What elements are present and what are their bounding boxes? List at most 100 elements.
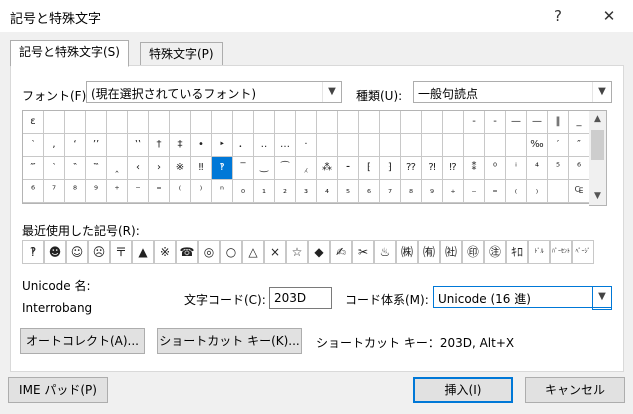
symbol-cell[interactable] [338,134,359,157]
recent-symbol-cell[interactable]: ☆ [286,240,308,264]
chevron-down-icon[interactable]: ▼ [592,286,612,310]
symbol-cell[interactable]: ⁰ [485,157,506,180]
symbol-cell[interactable]: ₎ [527,180,548,203]
recent-symbol-cell[interactable]: ☺ [66,240,88,264]
symbol-cell[interactable]: ‧ [296,134,317,157]
symbol-cell[interactable]: ₉ [422,180,443,203]
symbol-cell[interactable]: — [506,111,527,134]
symbol-cell[interactable] [149,111,170,134]
recent-symbol-cell[interactable]: ◎ [198,240,220,264]
symbol-cell[interactable] [191,111,212,134]
symbol-cell[interactable]: ‡ [170,134,191,157]
symbol-cell[interactable]: ⁾ [191,180,212,203]
symbol-cell[interactable]: ‴ [23,157,44,180]
symbol-cell[interactable] [65,111,86,134]
symbol-cell[interactable]: ⁃ [338,157,359,180]
symbol-cell[interactable] [338,111,359,134]
symbol-cell[interactable] [275,111,296,134]
symbol-cell[interactable] [464,134,485,157]
symbol-cell[interactable]: ‘ [65,134,86,157]
symbol-cell[interactable]: ‵ [44,157,65,180]
scroll-down-icon[interactable]: ▼ [589,188,606,205]
symbol-cell[interactable] [422,134,443,157]
symbol-cell[interactable]: • [191,134,212,157]
symbol-cell[interactable] [254,111,275,134]
symbol-cell[interactable]: ⁺ [107,180,128,203]
symbol-cell[interactable] [380,134,401,157]
symbol-cell[interactable] [485,134,506,157]
symbol-cell[interactable] [401,134,422,157]
recent-symbol-cell[interactable]: ○ [220,240,242,264]
symbol-cell[interactable]: ″ [569,134,590,157]
symbol-cell[interactable]: ⁹ [86,180,107,203]
subset-dropdown[interactable]: 一般句読点 ▼ [413,81,612,103]
symbol-cell[interactable]: › [149,157,170,180]
symbol-cell[interactable]: ‼ [191,157,212,180]
code-system-dropdown[interactable]: Unicode (16 進) ▼ [433,286,612,310]
symbol-cell[interactable]: ⁇ [401,157,422,180]
tab-special-characters[interactable]: 特殊文字(P) [140,42,223,66]
symbol-cell[interactable] [443,134,464,157]
recent-symbol-cell[interactable]: ㈱ [396,240,418,264]
symbol-cell[interactable]: … [275,134,296,157]
recent-symbol-cell[interactable]: ✍ [330,240,352,264]
symbol-cell[interactable]: ‣ [212,134,233,157]
shortcut-key-button[interactable]: ショートカット キー(K)... [157,328,302,354]
symbol-cell[interactable] [296,111,317,134]
recent-symbol-cell[interactable]: ㊟ [484,240,506,264]
symbol-cell[interactable]: ‖ [548,111,569,134]
help-button[interactable]: ? [543,4,573,28]
symbol-cell[interactable]: ⁑ [464,157,485,180]
close-button[interactable]: ✕ [594,4,624,28]
symbol-cell-selected[interactable]: ‽ [212,157,233,180]
recent-symbol-cell[interactable]: ﾊﾟｰｾﾝﾄ [550,240,572,264]
symbol-cell[interactable]: ⁂ [317,157,338,180]
char-code-input[interactable]: 203D [269,287,332,309]
symbol-cell[interactable]: ⁀ [275,157,296,180]
symbol-cell[interactable] [86,111,107,134]
symbol-cell[interactable]: ⁶ [23,180,44,203]
symbol-cell[interactable]: ₁ [254,180,275,203]
cancel-button[interactable]: キャンセル [525,377,625,403]
tab-symbols[interactable]: 記号と特殊文字(S) [10,40,129,67]
symbol-cell[interactable]: ⁷ [44,180,65,203]
recent-symbol-cell[interactable]: × [264,240,286,264]
symbol-cell[interactable]: ₂ [275,180,296,203]
symbol-cell[interactable]: ε [23,111,44,134]
symbol-cell[interactable]: , [44,134,65,157]
symbol-cell[interactable]: ⁼ [149,180,170,203]
recent-symbol-cell[interactable]: ♨ [374,240,396,264]
recent-symbol-cell[interactable]: ◆ [308,240,330,264]
symbol-cell[interactable]: ’’ [86,134,107,157]
symbol-cell[interactable]: ⁈ [422,157,443,180]
symbol-cell[interactable]: ⁽ [170,180,191,203]
recent-symbol-cell[interactable]: ㊞ [462,240,484,264]
recent-symbol-cell[interactable]: ‽ [22,240,44,264]
symbol-cell[interactable]: ₇ [380,180,401,203]
symbol-cell[interactable] [317,111,338,134]
symbol-cell[interactable] [317,134,338,157]
recent-symbol-cell[interactable]: ☻ [44,240,66,264]
symbol-cell[interactable] [359,111,380,134]
symbol-cell[interactable]: _ [569,111,590,134]
chevron-down-icon[interactable]: ▼ [322,82,341,102]
symbol-cell[interactable]: ⁿ [212,180,233,203]
recent-symbol-cell[interactable]: ﾄﾞﾙ [528,240,550,264]
recent-symbol-cell[interactable]: ㈳ [440,240,462,264]
recent-symbol-cell[interactable]: ｷﾛ [506,240,528,264]
symbol-cell[interactable] [380,111,401,134]
symbol-cell[interactable]: ‥ [254,134,275,157]
symbol-cell[interactable]: ． [233,134,254,157]
symbol-cell[interactable]: ‹ [128,157,149,180]
symbol-cell[interactable]: ⁁ [296,157,317,180]
symbol-cell[interactable]: ⁉ [443,157,464,180]
font-dropdown[interactable]: (現在選択されているフォント) ▼ [86,81,342,103]
autocorrect-button[interactable]: オートコレクト(A)... [20,328,145,354]
symbol-cell[interactable] [233,111,254,134]
symbol-cell[interactable] [212,111,233,134]
symbol-grid-scrollbar[interactable]: ▲ ▼ [589,110,607,206]
scroll-up-icon[interactable]: ▲ [589,111,606,128]
symbol-cell[interactable]: ′ [548,134,569,157]
recent-symbol-cell[interactable]: △ [242,240,264,264]
symbol-cell[interactable]: ₈ [401,180,422,203]
